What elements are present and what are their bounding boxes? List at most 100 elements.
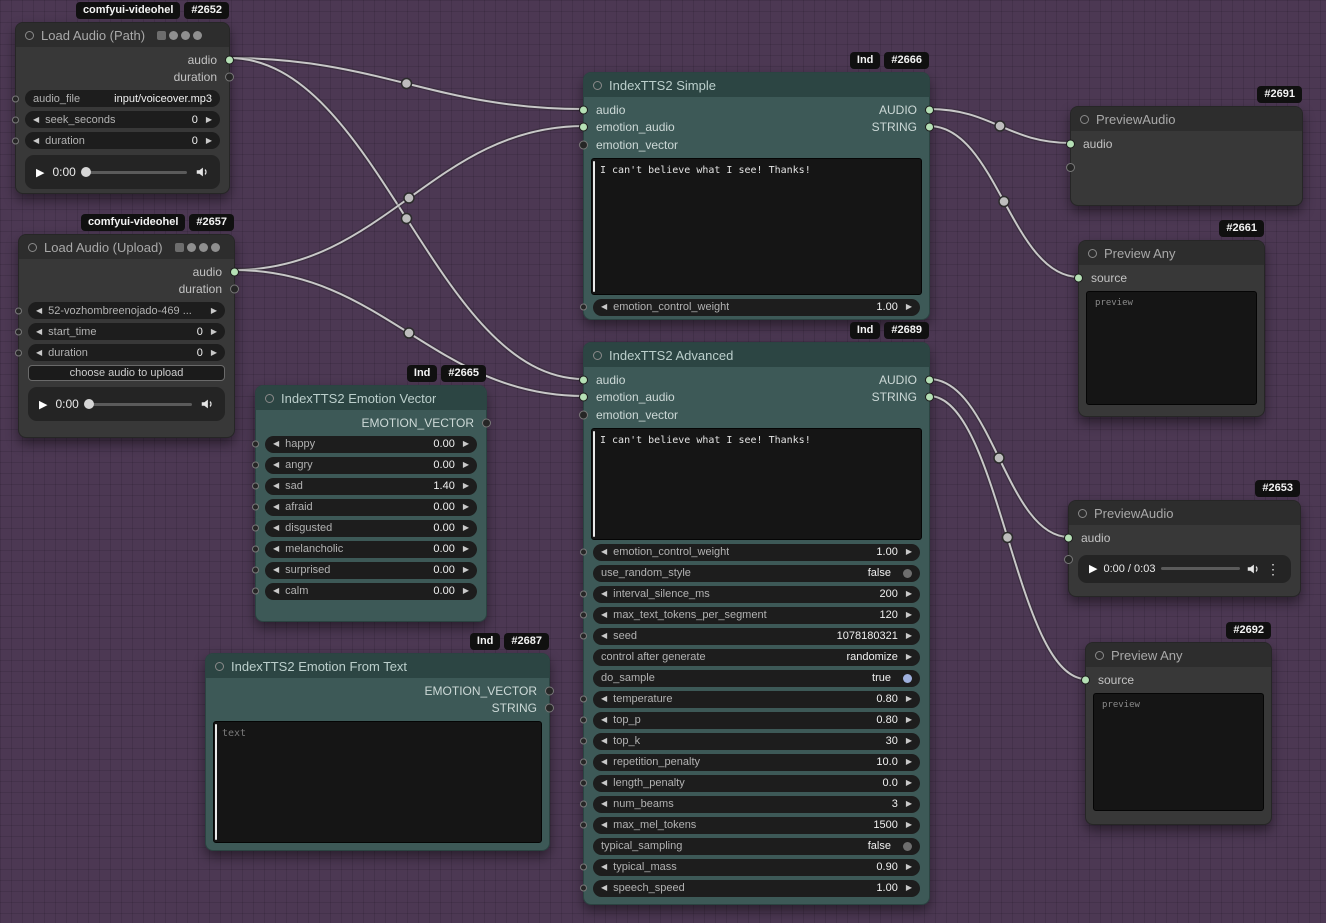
collapse-dot[interactable] [1088,249,1097,258]
decrement-icon[interactable]: ◀ [273,524,279,532]
collapse-dot[interactable] [593,351,602,360]
slider-knob[interactable] [81,167,91,177]
option-icon[interactable] [211,243,220,252]
increment-icon[interactable]: ▶ [463,440,469,448]
link-midpoint-dot[interactable] [1003,533,1013,543]
node-indextts2-emotion-from-text[interactable]: Ind #2687 IndexTTS2 Emotion From Text EM… [205,653,550,851]
increment-icon[interactable]: ▶ [211,328,217,336]
widget-max-text-tokens-per-segment[interactable]: ◀ max_text_tokens_per_segment 120 ▶ [593,607,920,624]
screen-icon[interactable] [175,243,184,252]
widget-input-slot[interactable] [580,864,587,871]
node-previewaudio-2691[interactable]: #2691 PreviewAudio audio [1070,106,1303,206]
input-slot-audio[interactable] [1064,533,1073,542]
input-slot-emotion-vector[interactable] [579,140,588,149]
decrement-icon[interactable]: ◀ [601,695,607,703]
increment-icon[interactable]: ▶ [906,590,912,598]
decrement-icon[interactable]: ◀ [601,779,607,787]
widget-duration[interactable]: ◀ duration 0 ▶ [28,344,225,361]
collapse-dot[interactable] [1078,509,1087,518]
option-icon[interactable] [199,243,208,252]
node-title-bar[interactable]: Load Audio (Path) [16,23,229,47]
seek-slider[interactable] [87,403,192,406]
audio-player[interactable]: ▶ 0:00 [25,155,220,189]
audio-player[interactable]: ▶ 0:00 [28,387,225,421]
option-icon[interactable] [181,31,190,40]
widget-do-sample[interactable]: do_sample true [593,670,920,687]
link-wire[interactable] [929,109,1071,143]
link-midpoint-dot[interactable] [995,121,1005,131]
increment-icon[interactable]: ▶ [906,632,912,640]
decrement-icon[interactable]: ◀ [601,884,607,892]
node-title-bar[interactable]: IndexTTS2 Emotion Vector [256,386,486,410]
widget-input-slot[interactable] [15,328,22,335]
input-slot-audio[interactable] [579,105,588,114]
collapse-dot[interactable] [25,31,34,40]
increment-icon[interactable]: ▶ [463,545,469,553]
node-title-bar[interactable]: Load Audio (Upload) [19,235,234,259]
decrement-icon[interactable]: ◀ [601,800,607,808]
choose-audio-upload-button[interactable]: choose audio to upload [28,365,225,381]
widget-length-penalty[interactable]: ◀ length_penalty 0.0 ▶ [593,775,920,792]
prev-option-icon[interactable]: ◀ [36,307,42,315]
widget-input-slot[interactable] [252,441,259,448]
widget-input-slot[interactable] [580,717,587,724]
collapse-dot[interactable] [593,81,602,90]
widget-happy[interactable]: ◀ happy 0.00 ▶ [265,436,477,453]
widget-disgusted[interactable]: ◀ disgusted 0.00 ▶ [265,520,477,537]
decrement-icon[interactable]: ◀ [273,461,279,469]
decrement-icon[interactable]: ◀ [601,590,607,598]
link-wire[interactable] [929,396,1086,679]
widget-input-slot[interactable] [252,525,259,532]
decrement-icon[interactable]: ◀ [601,303,607,311]
collapse-dot[interactable] [1095,651,1104,660]
slider-knob[interactable] [84,399,94,409]
node-title-bar[interactable]: PreviewAudio [1069,501,1300,525]
volume-icon[interactable] [1246,562,1260,576]
increment-icon[interactable]: ▶ [463,587,469,595]
play-icon[interactable]: ▶ [36,166,44,179]
decrement-icon[interactable]: ◀ [273,503,279,511]
node-indextts2-emotion-vector[interactable]: Ind #2665 IndexTTS2 Emotion Vector EMOTI… [255,385,487,622]
option-icon[interactable] [187,243,196,252]
output-slot-emotion-vector[interactable] [482,418,491,427]
collapse-dot[interactable] [265,394,274,403]
node-title-bar[interactable]: Preview Any [1086,643,1271,667]
widget-input-slot[interactable] [252,462,259,469]
node-title-bar[interactable]: IndexTTS2 Emotion From Text [206,654,549,678]
decrement-icon[interactable]: ◀ [601,758,607,766]
toggle-dot[interactable] [903,569,912,578]
text-widget[interactable]: text [213,721,542,843]
node-load-audio-upload[interactable]: comfyui-videohel #2657 Load Audio (Uploa… [18,234,235,438]
output-slot-audio[interactable] [225,55,234,64]
widget-input-slot[interactable] [252,567,259,574]
widget-seed[interactable]: ◀ seed 1078180321 ▶ [593,628,920,645]
preview-output-area[interactable]: preview [1086,291,1257,405]
increment-icon[interactable]: ▶ [206,137,212,145]
decrement-icon[interactable]: ◀ [36,328,42,336]
output-slot-duration[interactable] [230,285,239,294]
widget-input-slot[interactable] [12,137,19,144]
seek-slider[interactable] [84,171,187,174]
increment-icon[interactable]: ▶ [906,737,912,745]
option-icon[interactable] [193,31,202,40]
link-midpoint-dot[interactable] [404,328,414,338]
play-icon[interactable]: ▶ [39,398,47,411]
increment-icon[interactable]: ▶ [463,566,469,574]
link-midpoint-dot[interactable] [402,79,412,89]
vhs-title-icons[interactable] [154,31,202,40]
decrement-icon[interactable]: ◀ [601,821,607,829]
widget-input-slot[interactable] [580,591,587,598]
widget-angry[interactable]: ◀ angry 0.00 ▶ [265,457,477,474]
combo-arrow-icon[interactable]: ▶ [906,653,912,661]
decrement-icon[interactable]: ◀ [601,863,607,871]
link-midpoint-dot[interactable] [402,214,412,224]
widget-input-slot[interactable] [580,822,587,829]
node-indextts2-advanced[interactable]: Ind #2689 IndexTTS2 Advanced audio AUDIO… [583,342,930,905]
widget-input-slot[interactable] [580,696,587,703]
increment-icon[interactable]: ▶ [906,863,912,871]
increment-icon[interactable]: ▶ [906,884,912,892]
widget-top-k[interactable]: ◀ top_k 30 ▶ [593,733,920,750]
increment-icon[interactable]: ▶ [906,695,912,703]
widget-max-mel-tokens[interactable]: ◀ max_mel_tokens 1500 ▶ [593,817,920,834]
input-slot-audio[interactable] [1066,139,1075,148]
